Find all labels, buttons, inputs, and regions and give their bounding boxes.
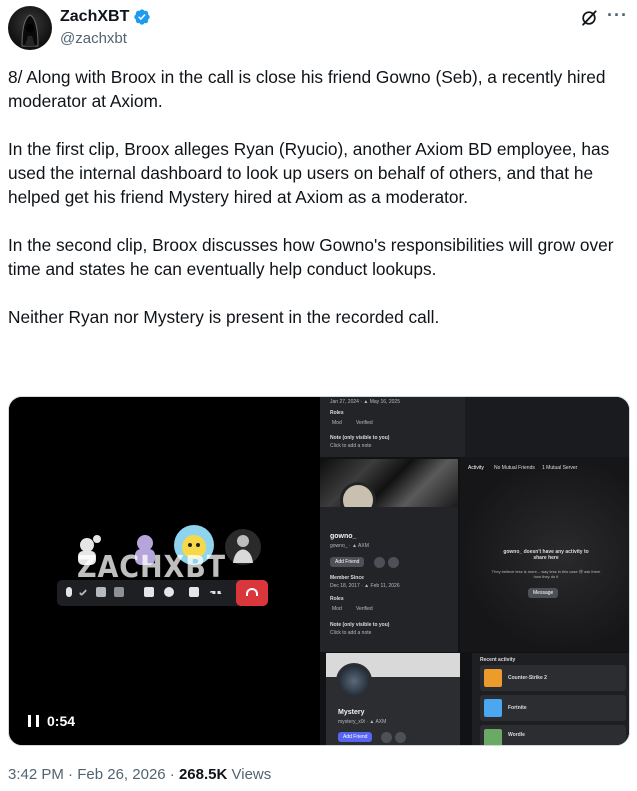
views-count: 268.5K [178,766,228,783]
game-title: Wordle [508,732,525,738]
message-icon[interactable] [381,732,392,743]
message-icon[interactable] [374,557,385,568]
recent-activity-label: Recent activity [480,657,516,663]
video-watermark: ZACHXBT [77,550,227,585]
note-label: Note (only visible to you) [330,435,390,441]
mystery-add-friend-button[interactable]: Add Friend [338,732,373,742]
tweet-paragraph: In the first clip, Broox alleges Ryan (R… [8,139,610,207]
tweet-header: ZachXBT @zachxbt ··· [8,6,629,50]
hooded-figure-avatar-icon [21,14,39,47]
tab-mutual-server[interactable]: 1 Mutual Server [542,465,577,471]
activity-empty-title: gowno_ doesn't have any activity to shar… [503,549,589,561]
counter-strike-icon [484,669,502,687]
hang-up-button[interactable] [236,580,268,606]
mystery-profile-card: Mystery mystery_x0t · ▲ AXM Add Friend [326,653,460,745]
video-player[interactable]: ZACHXBT 0:54 [9,397,318,745]
role-chip: Verified [356,420,373,426]
member-since-dates: Dec 18, 2017 · ▲ Feb 11, 2026 [330,583,400,589]
more-icon[interactable] [395,732,406,743]
game-row[interactable]: Fortnite [480,695,626,721]
tweet-text: 8/ Along with Broox in the call is close… [8,65,628,353]
grok-icon[interactable] [579,8,599,28]
wordle-icon [484,729,502,745]
game-title: Counter-Strike 2 [508,675,547,681]
views-label: Views [231,766,272,783]
video-playback-status: 0:54 [28,713,75,729]
top-roles-label: Roles [330,410,344,416]
mystery-name: Mystery [338,709,365,716]
note-input[interactable]: Click to add a note [330,443,371,449]
author-handle[interactable]: @zachxbt [60,30,127,47]
tab-activity[interactable]: Activity [468,465,484,471]
discord-profiles-screenshot[interactable]: Jan 27, 2024 · ▲ May 16, 2025 Roles Mod … [320,397,629,745]
tweet-date[interactable]: Feb 26, 2026 [77,766,165,783]
top-right-blank [465,397,629,457]
gowno-add-friend-button[interactable]: Add Friend [330,557,365,567]
more-icon[interactable] [388,557,399,568]
roles-label: Roles [330,596,344,602]
recent-activity-panel: Recent activity Counter-Strike 2 Fortnit… [472,653,629,745]
member-since-label: Member Since [330,575,364,581]
separator: · [68,766,78,783]
activity-panel: Activity No Mutual Friends 1 Mutual Serv… [460,457,629,652]
gowno-tag: gowno_ · ▲ AXM [330,543,369,549]
tweet-media: ZACHXBT 0:54 Jan 27, 2024 · ▲ May 16, 20… [8,396,630,746]
message-button[interactable]: Message [528,588,559,598]
role-chip: Verified [356,606,373,612]
gowno-profile-card: gowno_ gowno_ · ▲ AXM Add Friend Member … [320,507,458,652]
more-icon[interactable]: ··· [607,6,627,28]
tweet-time[interactable]: 3:42 PM [8,766,64,783]
verified-badge-icon[interactable] [133,8,151,26]
tweet-paragraph: In the second clip, Broox discusses how … [8,235,614,279]
tab-mutual-friends[interactable]: No Mutual Friends [494,465,535,471]
top-profile-card: Jan 27, 2024 · ▲ May 16, 2025 Roles Mod … [320,397,465,457]
fortnite-icon [484,699,502,717]
phone-hangup-icon [246,588,258,596]
camera-off-icon[interactable] [96,587,106,597]
tweet-paragraph: 8/ Along with Broox in the call is close… [8,67,606,111]
role-chip: Mod [332,420,342,426]
chevron-down-icon[interactable] [78,587,88,597]
tweet-footer: 3:42 PM · Feb 26, 2026 · 268.5K Views [8,766,271,783]
note-input[interactable]: Click to add a note [330,630,371,636]
game-row[interactable]: Wordle [480,725,626,745]
microphone-icon[interactable] [66,587,72,597]
screen-share-icon[interactable] [144,587,154,597]
activities-icon[interactable] [164,587,174,597]
author-avatar[interactable] [8,6,52,50]
settings-icon[interactable] [114,587,124,597]
video-duration: 0:54 [47,713,76,729]
mystery-avatar[interactable] [336,663,372,699]
author-display-name[interactable]: ZachXBT [60,8,129,26]
top-profile-dates: Jan 27, 2024 · ▲ May 16, 2025 [330,399,400,405]
separator: · [169,766,179,783]
tweet-paragraph: Neither Ryan nor Mystery is present in t… [8,307,440,327]
game-row[interactable]: Counter-Strike 2 [480,665,626,691]
pause-icon[interactable] [28,715,39,727]
game-title: Fortnite [508,705,527,711]
note-label: Note (only visible to you) [330,622,390,628]
mystery-tag: mystery_x0t · ▲ AXM [338,719,387,725]
activity-empty-subtitle: They believe less is more... way less in… [491,569,601,579]
gowno-name: gowno_ [330,533,357,540]
soundboard-icon[interactable] [189,587,199,597]
more-options-icon[interactable] [210,591,222,594]
role-chip: Mod [332,606,342,612]
author-name-row: ZachXBT [60,8,151,26]
